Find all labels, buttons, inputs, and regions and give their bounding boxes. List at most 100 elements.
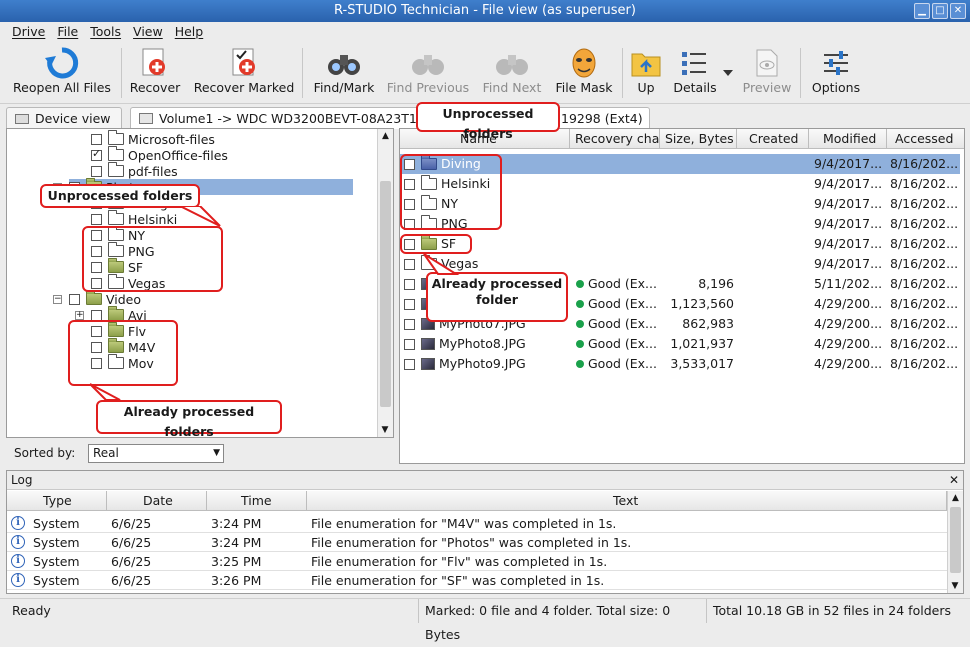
callout-pointer xyxy=(89,383,121,401)
monitor-icon xyxy=(15,114,29,124)
file-modified: 4/29/200... xyxy=(814,356,883,371)
log-column-text[interactable]: Text xyxy=(307,491,947,511)
minimize-button[interactable]: ▁ xyxy=(914,3,930,19)
log-text: File enumeration for "Flv" was completed… xyxy=(311,554,608,569)
sorted-by-value: Real xyxy=(93,446,119,460)
file-accessed: 8/16/202... xyxy=(890,336,959,351)
expand-icon[interactable]: + xyxy=(75,310,84,320)
tree-item-checkbox[interactable] xyxy=(91,165,102,177)
file-row-checkbox[interactable] xyxy=(404,338,415,350)
chevron-down-icon: ▼ xyxy=(213,448,220,458)
log-column-date[interactable]: Date xyxy=(107,491,207,511)
recover-button[interactable]: Recover xyxy=(128,46,182,95)
file-size: 1,021,937 xyxy=(670,336,734,351)
close-window-button[interactable]: ✕ xyxy=(950,3,966,19)
log-column-time[interactable]: Time xyxy=(207,491,307,511)
up-button[interactable]: Up xyxy=(628,46,664,95)
file-row-checkbox[interactable] xyxy=(404,358,415,370)
column-size[interactable]: Size, Bytes xyxy=(660,129,737,149)
preview-button[interactable]: Preview xyxy=(740,46,794,95)
scroll-down-icon[interactable]: ▼ xyxy=(378,423,392,437)
tree-item-checkbox[interactable] xyxy=(91,147,102,161)
scroll-up-icon[interactable]: ▲ xyxy=(948,491,963,505)
column-modified[interactable]: Modified xyxy=(809,129,887,149)
toolbar-separator xyxy=(121,48,122,98)
binoculars-icon xyxy=(328,55,360,75)
status-total: Total 10.18 GB in 52 files in 24 folders xyxy=(706,599,970,623)
info-icon: i xyxy=(11,535,25,549)
callout-unprocessed-left: Unprocessed folders xyxy=(40,184,200,208)
menu-drive[interactable]: Drive xyxy=(6,22,51,42)
file-modified: 4/29/200... xyxy=(814,336,883,351)
log-row[interactable]: i System 6/6/25 3:25 PM File enumeration for… xyxy=(7,552,947,571)
maximize-button[interactable]: □ xyxy=(932,3,948,19)
tree-item[interactable]: − Video xyxy=(53,290,142,307)
tree-item[interactable]: Helsinki xyxy=(91,210,177,227)
log-row[interactable]: i System 6/6/25 3:26 PM File enumeration for… xyxy=(7,571,947,590)
menu-help[interactable]: Help xyxy=(169,22,210,42)
disk-icon xyxy=(139,113,153,124)
tab-device-view[interactable]: Device view xyxy=(6,107,122,129)
file-size: 8,196 xyxy=(698,276,734,291)
file-accessed: 8/16/202... xyxy=(890,296,959,311)
close-icon[interactable]: ✕ xyxy=(949,473,959,487)
tree-scrollbar[interactable]: ▲ ▼ xyxy=(377,129,393,437)
collapse-icon[interactable]: − xyxy=(53,294,62,304)
tree-item[interactable]: Microsoft-files xyxy=(91,130,215,147)
tab-volume[interactable]: Volume1 -> WDC WD3200BEVT-08A23T1 0 1929… xyxy=(130,107,650,129)
file-row-checkbox[interactable] xyxy=(404,298,415,310)
file-accessed: 8/16/202... xyxy=(890,316,959,331)
file-recovery: Good (Ex... xyxy=(588,356,657,371)
tree-scroll-thumb[interactable] xyxy=(380,181,391,407)
scroll-down-icon[interactable]: ▼ xyxy=(948,579,962,593)
file-modified: 4/29/200... xyxy=(814,296,883,311)
file-row[interactable]: SF 9/4/2017... 8/16/202... xyxy=(400,234,960,254)
menu-file[interactable]: File xyxy=(51,22,84,42)
callout-processed-right: Already processed folder xyxy=(426,272,568,322)
file-row[interactable]: MyPhoto8.JPG Good (Ex... 1,021,937 4/29/200… xyxy=(400,334,960,354)
log-scroll-thumb[interactable] xyxy=(950,507,961,573)
toolbar-separator xyxy=(800,48,801,98)
menu-view[interactable]: View xyxy=(127,22,169,42)
reopen-all-files-button[interactable]: Reopen All Files xyxy=(12,46,112,95)
file-row-checkbox[interactable] xyxy=(404,278,415,290)
file-name: MyPhoto9.JPG xyxy=(439,356,526,371)
find-previous-button[interactable]: Find Previous xyxy=(384,46,472,95)
file-mask-button[interactable]: File Mask xyxy=(552,46,616,95)
file-accessed: 8/16/202... xyxy=(890,156,959,171)
tree-item-checkbox[interactable] xyxy=(91,133,102,145)
column-accessed[interactable]: Accessed xyxy=(887,129,964,149)
tree-item-checkbox[interactable] xyxy=(69,293,80,305)
recover-marked-button[interactable]: Recover Marked xyxy=(192,46,296,95)
menu-tools[interactable]: Tools xyxy=(84,22,127,42)
log-date: 6/6/25 xyxy=(111,516,152,531)
log-row[interactable]: i System 6/6/25 3:24 PM File enumeration for… xyxy=(7,533,947,552)
details-button[interactable]: Details xyxy=(670,46,720,95)
file-row-checkbox[interactable] xyxy=(404,318,415,330)
log-scrollbar[interactable]: ▲ ▼ xyxy=(947,491,963,593)
info-icon: i xyxy=(11,516,25,530)
find-next-button[interactable]: Find Next xyxy=(480,46,544,95)
tree-item[interactable]: OpenOffice-files xyxy=(91,146,228,163)
column-created[interactable]: Created xyxy=(737,129,809,149)
file-row[interactable]: MyPhoto9.JPG Good (Ex... 3,533,017 4/29/200… xyxy=(400,354,960,374)
details-dropdown-arrow[interactable] xyxy=(722,64,734,79)
find-next-label: Find Next xyxy=(482,80,542,95)
find-mark-button[interactable]: Find/Mark xyxy=(310,46,378,95)
file-row-checkbox[interactable] xyxy=(404,258,415,270)
tree-item[interactable]: pdf-files xyxy=(91,162,178,179)
file-accessed: 8/16/202... xyxy=(890,256,959,271)
file-row[interactable]: Vegas 9/4/2017... 8/16/202... xyxy=(400,254,960,274)
column-recovery[interactable]: Recovery char xyxy=(570,129,660,149)
tree-item-checkbox[interactable] xyxy=(91,309,102,321)
options-button[interactable]: Options xyxy=(808,46,864,95)
tree-item-label: Video xyxy=(106,291,142,307)
tree-item-checkbox[interactable] xyxy=(91,213,102,225)
scroll-up-icon[interactable]: ▲ xyxy=(378,129,393,143)
log-column-type[interactable]: Type xyxy=(7,491,107,511)
log-type: System xyxy=(33,554,80,569)
preview-icon xyxy=(756,49,778,77)
sorted-by-select[interactable]: Real ▼ xyxy=(88,444,224,463)
callout-pointer xyxy=(423,253,460,275)
log-row[interactable]: i System 6/6/25 3:24 PM File enumeration for… xyxy=(7,514,947,533)
